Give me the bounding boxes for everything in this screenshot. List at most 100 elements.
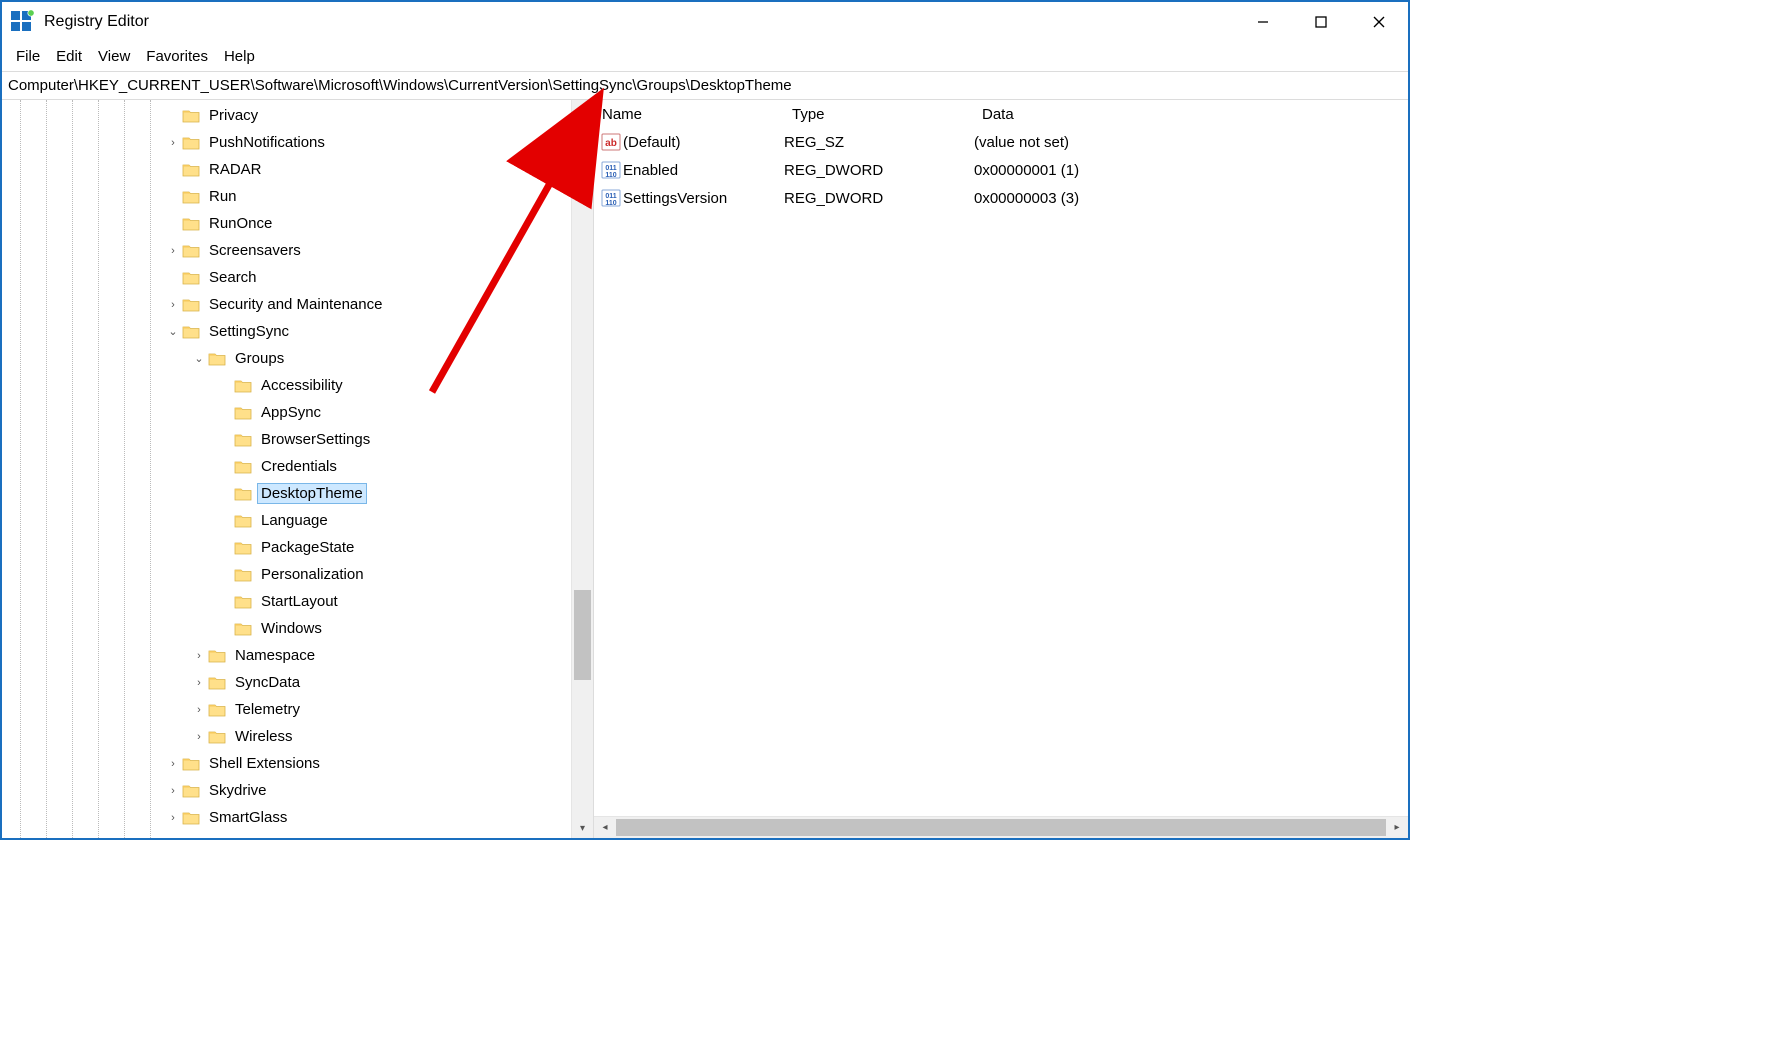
menu-favorites[interactable]: Favorites (140, 46, 214, 67)
tree-body[interactable]: Privacy›PushNotifications RADAR Run RunO… (2, 100, 571, 838)
tree-item[interactable]: › Telemetry (2, 696, 571, 723)
close-button[interactable] (1350, 2, 1408, 42)
tree-item[interactable]: ›PushNotifications (2, 129, 571, 156)
tree-item-label: Language (258, 511, 331, 530)
chevron-down-icon[interactable]: ⌄ (192, 352, 206, 365)
scroll-down-icon[interactable]: ▾ (572, 818, 593, 838)
expander-placeholder (166, 218, 180, 230)
list-hscrollbar[interactable]: ◂ ▸ (594, 816, 1408, 838)
expander-placeholder (166, 110, 180, 122)
folder-icon (234, 459, 252, 475)
tree-item-label: SyncData (232, 673, 303, 692)
tree-item[interactable]: RunOnce (2, 210, 571, 237)
scroll-thumb[interactable] (574, 590, 591, 680)
minimize-button[interactable] (1234, 2, 1292, 42)
tree-item[interactable]: Windows (2, 615, 571, 642)
address-bar[interactable]: Computer\HKEY_CURRENT_USER\Software\Micr… (2, 72, 1408, 100)
svg-text:011: 011 (605, 165, 616, 172)
tree-item[interactable]: › Wireless (2, 723, 571, 750)
menu-edit[interactable]: Edit (50, 46, 88, 67)
menu-help[interactable]: Help (218, 46, 261, 67)
hscroll-thumb[interactable] (616, 819, 1386, 836)
value-data: 0x00000001 (1) (974, 162, 1408, 179)
folder-icon (234, 513, 252, 529)
tree-item[interactable]: Privacy (2, 102, 571, 129)
tree-item[interactable]: DesktopTheme (2, 480, 571, 507)
svg-text:110: 110 (605, 172, 616, 179)
tree-item[interactable]: Credentials (2, 453, 571, 480)
tree-item-label: PackageState (258, 538, 357, 557)
tree-item[interactable]: ⌄Groups (2, 345, 571, 372)
tree-item-label: SmartGlass (206, 808, 290, 827)
tree-item[interactable]: Personalization (2, 561, 571, 588)
expander-placeholder (218, 623, 232, 635)
tree-item[interactable]: Run (2, 183, 571, 210)
col-header-name[interactable]: Name (594, 100, 784, 128)
list-row[interactable]: ab(Default)REG_SZ(value not set) (594, 128, 1408, 156)
folder-icon (234, 378, 252, 394)
folder-icon (182, 216, 200, 232)
titlebar: Registry Editor (2, 2, 1408, 42)
chevron-right-icon[interactable]: › (166, 245, 180, 257)
value-name: Enabled (623, 162, 678, 179)
value-list-pane: Name Type Data ab(Default)REG_SZ(value n… (594, 100, 1408, 838)
tree-item[interactable]: Accessibility (2, 372, 571, 399)
list-row[interactable]: 011110SettingsVersionREG_DWORD0x00000003… (594, 184, 1408, 212)
list-body[interactable]: ab(Default)REG_SZ(value not set) 011110 En… (594, 128, 1408, 816)
expander-placeholder (218, 596, 232, 608)
value-name: (Default) (623, 134, 681, 151)
folder-icon (234, 405, 252, 421)
chevron-down-icon[interactable]: ⌄ (166, 325, 180, 338)
scroll-up-icon[interactable]: ▴ (572, 100, 593, 120)
maximize-button[interactable] (1292, 2, 1350, 42)
tree-item[interactable]: ›Shell Extensions (2, 750, 571, 777)
tree-item[interactable]: › Screensavers (2, 237, 571, 264)
tree-item[interactable]: ⌄SettingSync (2, 318, 571, 345)
expander-placeholder (218, 542, 232, 554)
chevron-right-icon[interactable]: › (166, 758, 180, 770)
folder-icon (182, 297, 200, 313)
list-row[interactable]: 011110 Enabled REG_DWORD0x00000001 (1) (594, 156, 1408, 184)
tree-item[interactable]: PackageState (2, 534, 571, 561)
tree-item-label: Screensavers (206, 241, 304, 260)
folder-icon (182, 756, 200, 772)
chevron-right-icon[interactable]: › (166, 785, 180, 797)
chevron-right-icon[interactable]: › (166, 812, 180, 824)
folder-icon (234, 594, 252, 610)
tree-item-label: Wireless (232, 727, 296, 746)
tree-item[interactable]: StartLayout (2, 588, 571, 615)
scroll-right-icon[interactable]: ▸ (1386, 817, 1408, 838)
tree-item[interactable]: › SyncData (2, 669, 571, 696)
tree-item[interactable]: Search (2, 264, 571, 291)
folder-icon (208, 648, 226, 664)
chevron-right-icon[interactable]: › (192, 677, 206, 689)
menu-view[interactable]: View (92, 46, 136, 67)
value-type: REG_DWORD (784, 162, 974, 179)
tree-scrollbar[interactable]: ▴ ▾ (571, 100, 593, 838)
chevron-right-icon[interactable]: › (192, 731, 206, 743)
expander-placeholder (218, 461, 232, 473)
tree-item-label: Telemetry (232, 700, 303, 719)
tree-item[interactable]: › Skydrive (2, 777, 571, 804)
menu-file[interactable]: File (10, 46, 46, 67)
chevron-right-icon[interactable]: › (166, 299, 180, 311)
tree-item[interactable]: RADAR (2, 156, 571, 183)
tree-item[interactable]: BrowserSettings (2, 426, 571, 453)
scroll-left-icon[interactable]: ◂ (594, 817, 616, 838)
col-header-type[interactable]: Type (784, 100, 974, 128)
tree-item[interactable]: › SmartGlass (2, 804, 571, 831)
tree-item[interactable]: ›Namespace (2, 642, 571, 669)
value-data: 0x00000003 (3) (974, 190, 1408, 207)
tree-item[interactable]: Language (2, 507, 571, 534)
tree-item-label: Skydrive (206, 781, 270, 800)
chevron-right-icon[interactable]: › (166, 137, 180, 149)
folder-icon (182, 270, 200, 286)
chevron-right-icon[interactable]: › (192, 650, 206, 662)
value-data: (value not set) (974, 134, 1408, 151)
tree-item[interactable]: AppSync (2, 399, 571, 426)
folder-icon (208, 675, 226, 691)
tree-item[interactable]: ›Security and Maintenance (2, 291, 571, 318)
expander-placeholder (218, 515, 232, 527)
chevron-right-icon[interactable]: › (192, 704, 206, 716)
col-header-data[interactable]: Data (974, 100, 1408, 128)
